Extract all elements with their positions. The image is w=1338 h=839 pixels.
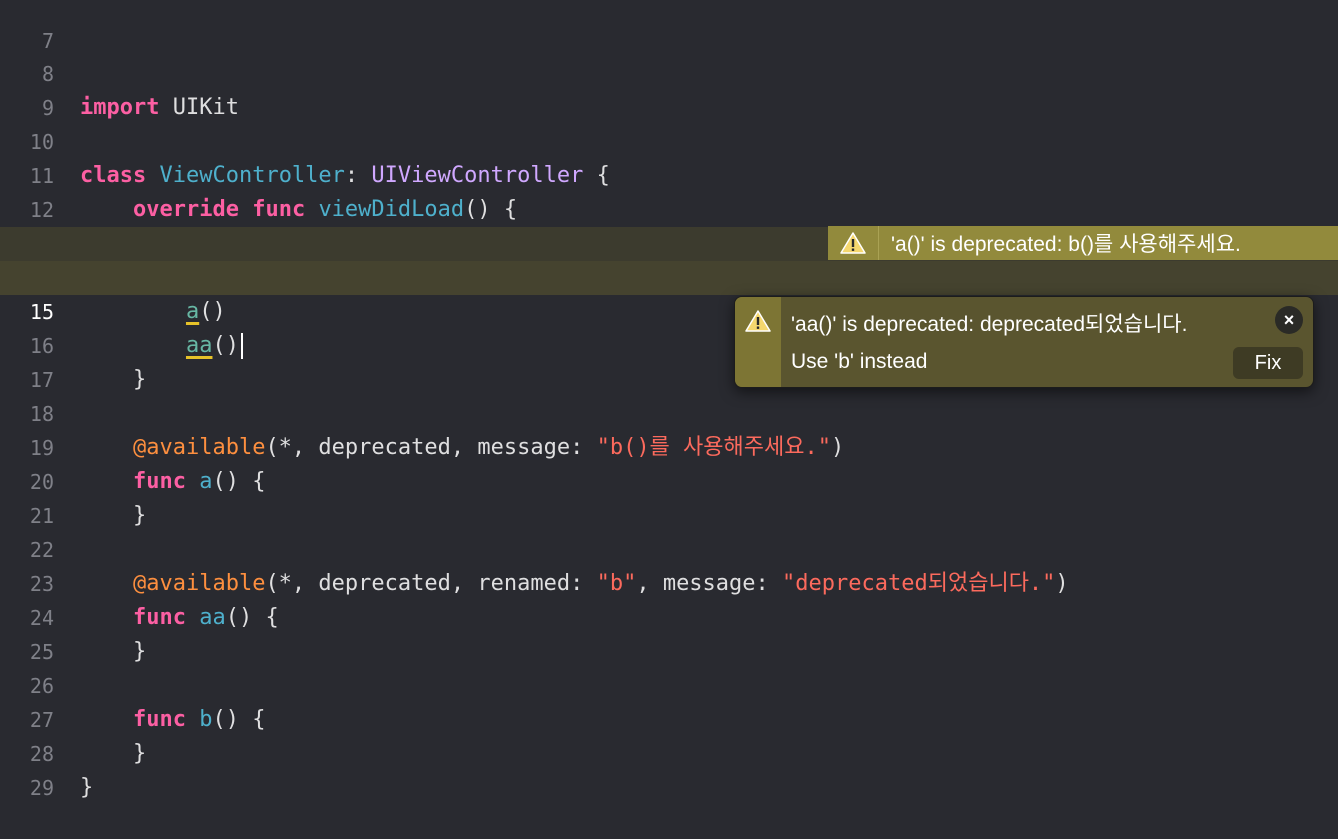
- code-line-27[interactable]: 27 }: [0, 669, 1338, 766]
- code-line-22[interactable]: 22 @available(*, deprecated, renamed: "b…: [0, 499, 1338, 596]
- code-line-28[interactable]: 28 }: [0, 703, 1338, 800]
- warning-message: 'a()' is deprecated: b()를 사용해주세요.: [891, 233, 1241, 256]
- code-line-25[interactable]: 25: [0, 601, 1338, 664]
- code-line-23[interactable]: 23 func aa() {: [0, 533, 1338, 630]
- code-line-9[interactable]: 9: [0, 57, 1338, 120]
- line-number: 29: [29, 776, 54, 800]
- code-line-8[interactable]: 8 import UIKit: [0, 23, 1338, 120]
- code-line-15[interactable]: 15 aa(): [0, 261, 1338, 359]
- code-line-20[interactable]: 20 }: [0, 431, 1338, 528]
- code-line-13[interactable]: 13: [0, 193, 1338, 256]
- popover-title: 'aa()' is deprecated: deprecated되었습니다.: [791, 313, 1188, 336]
- warning-triangle-icon: [735, 297, 781, 387]
- code-line-19[interactable]: 19 func a() {: [0, 397, 1338, 494]
- code-line-10[interactable]: 10 class ViewController: UIViewControlle…: [0, 91, 1338, 188]
- inline-warning-banner[interactable]: 'a()' is deprecated: b()를 사용해주세요.: [828, 226, 1338, 260]
- code-line-29[interactable]: 29: [0, 737, 1338, 800]
- code-line-11[interactable]: 11 override func viewDidLoad() {: [0, 125, 1338, 222]
- code-line-7[interactable]: 7: [0, 0, 1338, 53]
- close-icon[interactable]: ×: [1275, 306, 1303, 334]
- fixit-popover[interactable]: 'aa()' is deprecated: deprecated되었습니다. ×…: [734, 296, 1314, 388]
- code-text: }: [80, 771, 93, 805]
- punct-token: }: [80, 775, 94, 800]
- fixit-suggestion: Use 'b' instead: [791, 350, 928, 373]
- code-line-21[interactable]: 21: [0, 465, 1338, 528]
- warning-triangle-icon: [828, 226, 879, 260]
- code-line-26[interactable]: 26 func b() {: [0, 635, 1338, 732]
- code-line-12[interactable]: 12 super.viewDidLoad(): [0, 159, 1338, 256]
- fix-button[interactable]: Fix: [1233, 347, 1303, 379]
- code-line-24[interactable]: 24 }: [0, 567, 1338, 664]
